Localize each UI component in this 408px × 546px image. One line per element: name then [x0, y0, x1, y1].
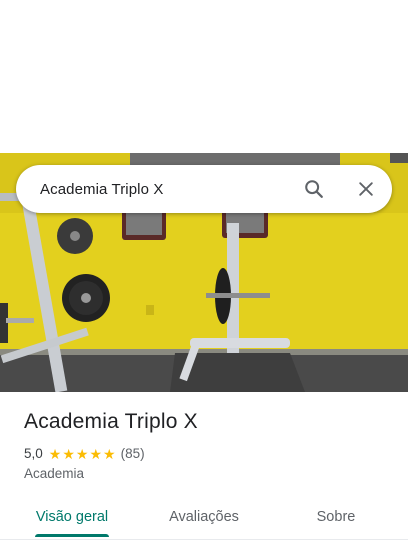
close-icon[interactable] [346, 169, 386, 209]
star-icon: ★ [75, 445, 89, 462]
review-count[interactable]: (85) [121, 446, 145, 461]
blank-header-area [0, 0, 408, 153]
star-rating: ★ ★ ★ ★ ★ [49, 447, 116, 461]
rating-value: 5,0 [24, 446, 43, 461]
tab-reviews[interactable]: Avaliações [154, 498, 254, 536]
place-tabs: Visão geral Avaliações Sobre [0, 498, 408, 538]
tab-about[interactable]: Sobre [296, 498, 376, 536]
star-icon: ★ [62, 445, 75, 462]
search-box[interactable]: Academia Triplo X [16, 165, 392, 213]
rating-row[interactable]: 5,0 ★ ★ ★ ★ ★ (85) [24, 446, 145, 461]
tabs-divider [0, 539, 408, 540]
star-icon: ★ [89, 445, 103, 462]
place-title: Academia Triplo X [24, 410, 198, 433]
star-icon: ★ [103, 445, 116, 462]
place-category[interactable]: Academia [24, 466, 84, 481]
star-icon: ★ [48, 445, 62, 462]
active-tab-indicator [35, 534, 109, 537]
search-input[interactable]: Academia Triplo X [40, 181, 294, 198]
tab-overview[interactable]: Visão geral [22, 498, 122, 536]
search-icon[interactable] [294, 169, 334, 209]
